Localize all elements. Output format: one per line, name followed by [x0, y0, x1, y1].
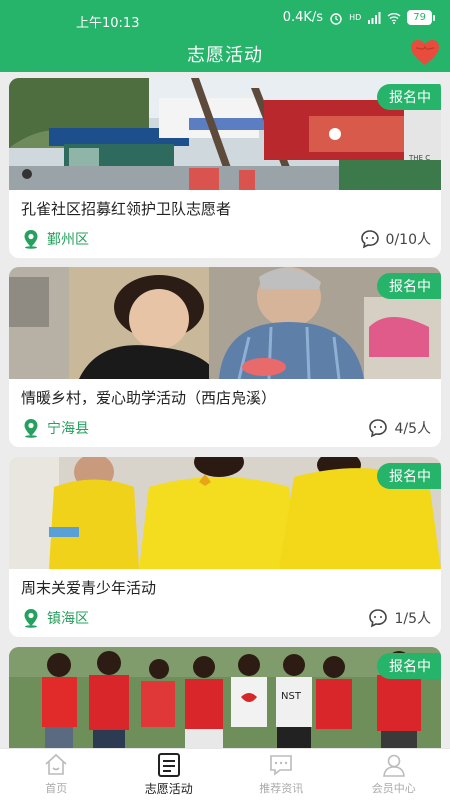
status-indicators: 0.4K/s HD 79 — [282, 10, 435, 25]
activity-image: NST 报名中 — [9, 647, 441, 748]
signal-icon — [368, 11, 381, 24]
heart-icon[interactable] — [410, 39, 440, 67]
bottom-tab-bar: 首页 志愿活动 推荐资讯 会员中心 — [0, 748, 450, 800]
location-label: 镇海区 — [47, 611, 89, 627]
alarm-icon — [330, 12, 342, 25]
chat-bubble-icon — [369, 419, 388, 438]
activity-photo: NST — [9, 647, 441, 748]
chat-bubble-icon — [270, 755, 293, 776]
location-pin-icon — [24, 419, 38, 438]
status-badge: 报名中 — [377, 653, 441, 679]
location-pin-icon — [24, 609, 38, 628]
location-pin-icon — [24, 230, 38, 249]
tab-volunteer-activities[interactable]: 志愿活动 — [113, 749, 226, 800]
count-label: 0/10人 — [385, 232, 431, 248]
activity-card[interactable]: THE C 报名中 孔雀社区招募红领护卫队志愿者 鄞州区 0/10人 — [9, 78, 441, 258]
network-speed: 0.4K/s — [282, 10, 324, 25]
page-title: 志愿活动 — [187, 45, 263, 66]
activity-location: 鄞州区 — [21, 228, 89, 250]
activity-list-icon — [157, 753, 180, 777]
chat-bubble-icon — [360, 230, 379, 249]
activity-card[interactable]: 报名中 周末关爱青少年活动 镇海区 1/5人 — [9, 457, 441, 637]
activity-list: THE C 报名中 孔雀社区招募红领护卫队志愿者 鄞州区 0/10人 报名中 情… — [0, 72, 450, 748]
activity-image: THE C 报名中 — [9, 78, 441, 190]
battery-indicator: 79 — [407, 10, 435, 25]
user-icon — [382, 754, 405, 777]
status-badge: 报名中 — [377, 273, 441, 299]
shirt-text: NST — [281, 691, 302, 702]
activity-location: 宁海县 — [21, 417, 89, 439]
participant-count: 0/10人 — [360, 228, 431, 250]
network-type: HD — [349, 12, 362, 22]
wifi-icon — [387, 12, 401, 24]
app-header: 志愿活动 — [0, 36, 450, 72]
activity-image: 报名中 — [9, 457, 441, 569]
count-label: 1/5人 — [394, 611, 431, 627]
status-badge: 报名中 — [377, 84, 441, 110]
tab-member-center[interactable]: 会员中心 — [338, 749, 450, 800]
activity-card[interactable]: NST 报名中 — [9, 647, 441, 748]
tab-home[interactable]: 首页 — [0, 749, 113, 800]
status-badge: 报名中 — [377, 463, 441, 489]
activity-image: 报名中 — [9, 267, 441, 379]
status-bar: 上午10:13 0.4K/s HD 79 — [0, 0, 450, 36]
tab-label: 推荐资讯 — [259, 782, 304, 795]
activity-location: 镇海区 — [21, 607, 89, 629]
activity-card[interactable]: 报名中 情暖乡村，爱心助学活动（西店凫溪） 宁海县 4/5人 — [9, 267, 441, 447]
home-icon — [45, 753, 67, 775]
chat-bubble-icon — [369, 609, 388, 628]
location-label: 宁海县 — [47, 421, 89, 437]
activity-title: 周末关爱青少年活动 — [21, 579, 157, 597]
participant-count: 1/5人 — [368, 607, 431, 629]
tab-label: 志愿活动 — [144, 782, 193, 796]
activity-title: 孔雀社区招募红领护卫队志愿者 — [21, 200, 232, 218]
count-label: 4/5人 — [394, 421, 431, 437]
status-time: 上午10:13 — [76, 16, 140, 31]
tab-label: 会员中心 — [371, 782, 416, 795]
location-label: 鄞州区 — [47, 232, 89, 248]
activity-title: 情暖乡村，爱心助学活动（西店凫溪） — [21, 389, 277, 407]
participant-count: 4/5人 — [368, 417, 431, 439]
tab-recommended-news[interactable]: 推荐资讯 — [225, 749, 338, 800]
tab-label: 首页 — [45, 782, 68, 795]
